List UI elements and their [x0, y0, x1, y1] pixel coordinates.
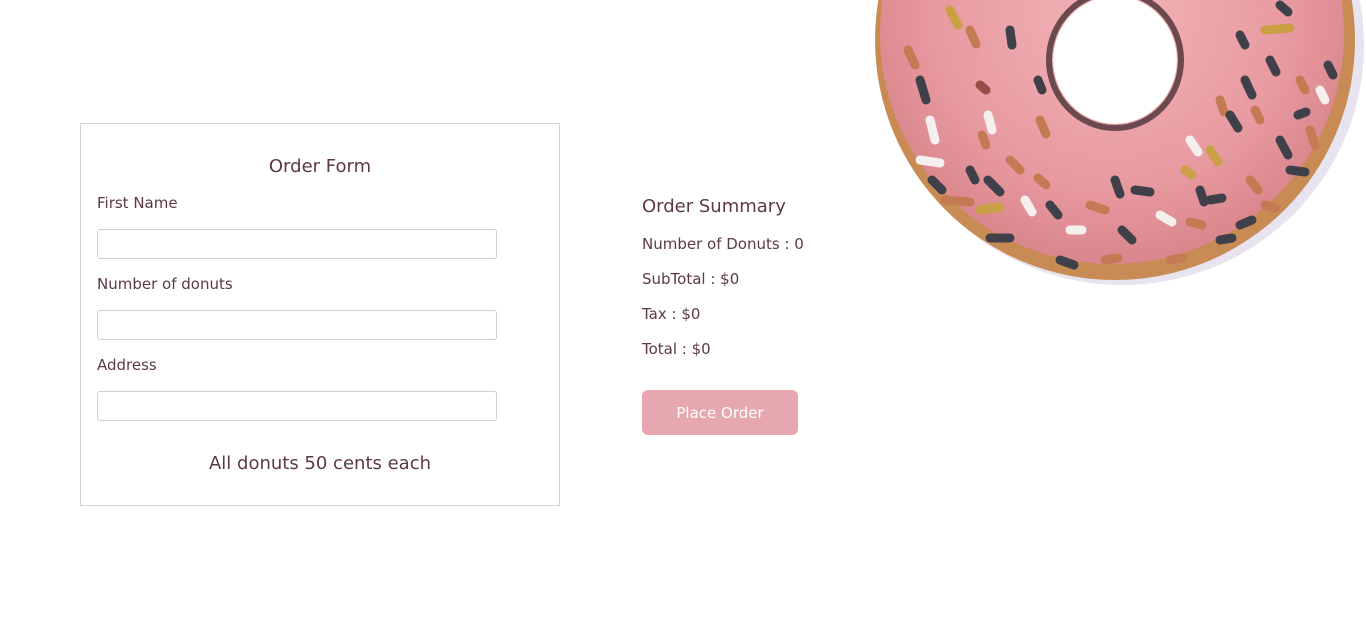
price-note: All donuts 50 cents each — [208, 453, 432, 474]
donut-count-input[interactable] — [97, 310, 497, 340]
donut-count-label: Number of donuts — [97, 275, 233, 293]
summary-tax: Tax : $0 — [642, 305, 701, 323]
page: Order Form First Name Number of donuts A… — [0, 0, 1366, 632]
summary-total: Total : $0 — [642, 340, 711, 358]
order-form-card: Order Form First Name Number of donuts A… — [80, 123, 560, 506]
first-name-label: First Name — [97, 194, 178, 212]
place-order-button[interactable]: Place Order — [642, 390, 798, 435]
order-summary: Order Summary Number of Donuts : 0 SubTo… — [642, 196, 804, 373]
summary-donut-count: Number of Donuts : 0 — [642, 235, 804, 253]
address-label: Address — [97, 356, 157, 374]
summary-subtotal: SubTotal : $0 — [642, 270, 740, 288]
first-name-input[interactable] — [97, 229, 497, 259]
address-input[interactable] — [97, 391, 497, 421]
order-summary-title: Order Summary — [642, 196, 786, 217]
donut-image — [875, 0, 1364, 285]
order-form-title: Order Form — [268, 156, 372, 177]
